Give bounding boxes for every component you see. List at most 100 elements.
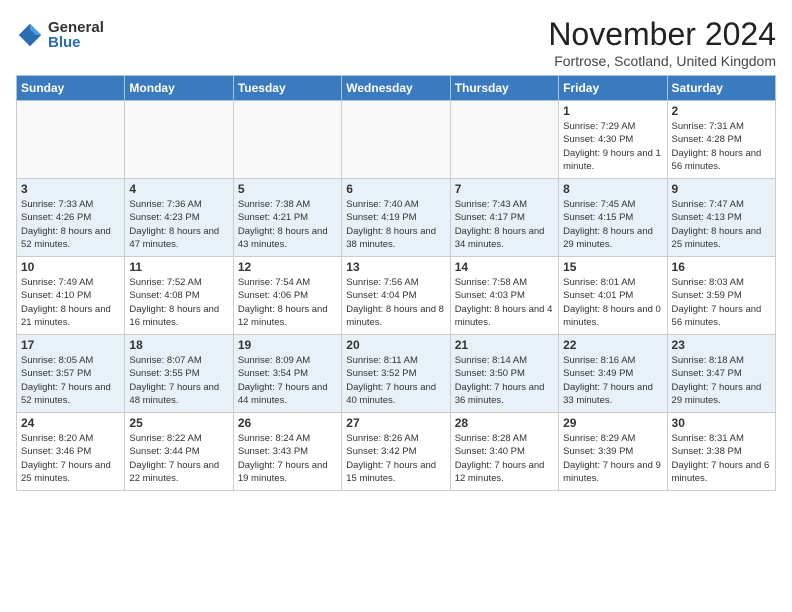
calendar-header-row: Sunday Monday Tuesday Wednesday Thursday… (17, 76, 776, 101)
day-info: Sunrise: 7:58 AM Sunset: 4:03 PM Dayligh… (455, 276, 554, 329)
table-row: 4Sunrise: 7:36 AM Sunset: 4:23 PM Daylig… (125, 179, 233, 257)
table-row: 20 Sunrise: 8:11 AM Sunset: 3:52 PM Dayli… (342, 335, 450, 413)
day-info: Sunrise: 8:29 AM Sunset: 3:39 PM Dayligh… (563, 432, 662, 485)
day-number: 11 (129, 260, 228, 274)
day-info: Sunrise: 7:49 AM Sunset: 4:10 PM Dayligh… (21, 276, 120, 329)
logo-blue-text: Blue (48, 35, 104, 50)
table-row: 17 Sunrise: 8:05 AM Sunset: 3:57 PM Dayli… (17, 335, 125, 413)
day-info: Sunrise: 7:52 AM Sunset: 4:08 PM Dayligh… (129, 276, 228, 329)
day-number: 9 (672, 182, 771, 196)
location: Fortrose, Scotland, United Kingdom (548, 53, 776, 69)
day-number: 3 (21, 182, 120, 196)
day-number: 18 (129, 338, 228, 352)
day-number: 21 (455, 338, 554, 352)
day-info: Sunrise: 8:28 AM Sunset: 3:40 PM Dayligh… (455, 432, 554, 485)
table-row: 3 Sunrise: 7:33 AM Sunset: 4:26 PM Daylig… (17, 179, 125, 257)
day-number: 15 (563, 260, 662, 274)
logo-text: General Blue (48, 20, 104, 50)
table-row: 1 Sunrise: 7:29 AM Sunset: 4:30 PM Daylig… (559, 101, 667, 179)
table-row (125, 101, 233, 179)
day-number: 20 (346, 338, 445, 352)
logo-icon (16, 21, 44, 49)
day-number: 25 (129, 416, 228, 430)
day-number: 24 (21, 416, 120, 430)
table-row: 2Sunrise: 7:31 AM Sunset: 4:28 PM Daylig… (667, 101, 775, 179)
day-number: 6 (346, 182, 445, 196)
table-row: 6 Sunrise: 7:40 AM Sunset: 4:19 PM Daylig… (342, 179, 450, 257)
logo: General Blue (16, 20, 104, 50)
table-row: 18 Sunrise: 8:07 AM Sunset: 3:55 PM Dayli… (125, 335, 233, 413)
col-monday: Monday (125, 76, 233, 101)
table-row: 12 Sunrise: 7:54 AM Sunset: 4:06 PM Dayli… (233, 257, 341, 335)
table-row: 30 Sunrise: 8:31 AM Sunset: 3:38 PM Dayli… (667, 413, 775, 491)
table-row: 13 Sunrise: 7:56 AM Sunset: 4:04 PM Dayli… (342, 257, 450, 335)
calendar-week-row: 17 Sunrise: 8:05 AM Sunset: 3:57 PM Dayli… (17, 335, 776, 413)
day-number: 13 (346, 260, 445, 274)
day-info: Sunrise: 7:47 AM Sunset: 4:13 PM Dayligh… (672, 198, 771, 251)
day-number: 8 (563, 182, 662, 196)
day-info: Sunrise: 8:16 AM Sunset: 3:49 PM Dayligh… (563, 354, 662, 407)
day-number: 26 (238, 416, 337, 430)
day-number: 27 (346, 416, 445, 430)
table-row: 29Sunrise: 8:29 AM Sunset: 3:39 PM Dayli… (559, 413, 667, 491)
logo-general-text: General (48, 20, 104, 35)
day-number: 19 (238, 338, 337, 352)
day-info: Sunrise: 8:05 AM Sunset: 3:57 PM Dayligh… (21, 354, 120, 407)
table-row: 26Sunrise: 8:24 AM Sunset: 3:43 PM Dayli… (233, 413, 341, 491)
day-number: 22 (563, 338, 662, 352)
day-info: Sunrise: 8:07 AM Sunset: 3:55 PM Dayligh… (129, 354, 228, 407)
day-info: Sunrise: 7:40 AM Sunset: 4:19 PM Dayligh… (346, 198, 445, 251)
table-row: 15 Sunrise: 8:01 AM Sunset: 4:01 PM Dayli… (559, 257, 667, 335)
col-friday: Friday (559, 76, 667, 101)
calendar-week-row: 3 Sunrise: 7:33 AM Sunset: 4:26 PM Daylig… (17, 179, 776, 257)
day-info: Sunrise: 7:29 AM Sunset: 4:30 PM Dayligh… (563, 120, 662, 173)
day-number: 30 (672, 416, 771, 430)
table-row: 8 Sunrise: 7:45 AM Sunset: 4:15 PM Daylig… (559, 179, 667, 257)
table-row: 23Sunrise: 8:18 AM Sunset: 3:47 PM Dayli… (667, 335, 775, 413)
table-row: 27 Sunrise: 8:26 AM Sunset: 3:42 PM Dayli… (342, 413, 450, 491)
col-wednesday: Wednesday (342, 76, 450, 101)
header: General Blue November 2024 Fortrose, Sco… (16, 16, 776, 69)
day-info: Sunrise: 7:36 AM Sunset: 4:23 PM Dayligh… (129, 198, 228, 251)
day-info: Sunrise: 7:56 AM Sunset: 4:04 PM Dayligh… (346, 276, 445, 329)
day-number: 14 (455, 260, 554, 274)
month-title: November 2024 (548, 16, 776, 53)
calendar-week-row: 24Sunrise: 8:20 AM Sunset: 3:46 PM Dayli… (17, 413, 776, 491)
day-number: 23 (672, 338, 771, 352)
day-number: 2 (672, 104, 771, 118)
day-number: 12 (238, 260, 337, 274)
table-row: 10Sunrise: 7:49 AM Sunset: 4:10 PM Dayli… (17, 257, 125, 335)
day-info: Sunrise: 7:43 AM Sunset: 4:17 PM Dayligh… (455, 198, 554, 251)
calendar-week-row: 10Sunrise: 7:49 AM Sunset: 4:10 PM Dayli… (17, 257, 776, 335)
page: General Blue November 2024 Fortrose, Sco… (0, 0, 792, 501)
day-info: Sunrise: 7:33 AM Sunset: 4:26 PM Dayligh… (21, 198, 120, 251)
day-number: 1 (563, 104, 662, 118)
table-row: 24Sunrise: 8:20 AM Sunset: 3:46 PM Dayli… (17, 413, 125, 491)
day-info: Sunrise: 8:31 AM Sunset: 3:38 PM Dayligh… (672, 432, 771, 485)
table-row: 7 Sunrise: 7:43 AM Sunset: 4:17 PM Daylig… (450, 179, 558, 257)
day-info: Sunrise: 7:38 AM Sunset: 4:21 PM Dayligh… (238, 198, 337, 251)
day-number: 16 (672, 260, 771, 274)
calendar-week-row: 1 Sunrise: 7:29 AM Sunset: 4:30 PM Daylig… (17, 101, 776, 179)
day-number: 7 (455, 182, 554, 196)
table-row: 11 Sunrise: 7:52 AM Sunset: 4:08 PM Dayli… (125, 257, 233, 335)
table-row: 14 Sunrise: 7:58 AM Sunset: 4:03 PM Dayli… (450, 257, 558, 335)
title-block: November 2024 Fortrose, Scotland, United… (548, 16, 776, 69)
day-info: Sunrise: 7:54 AM Sunset: 4:06 PM Dayligh… (238, 276, 337, 329)
table-row: 5Sunrise: 7:38 AM Sunset: 4:21 PM Daylig… (233, 179, 341, 257)
table-row: 16Sunrise: 8:03 AM Sunset: 3:59 PM Dayli… (667, 257, 775, 335)
day-info: Sunrise: 8:01 AM Sunset: 4:01 PM Dayligh… (563, 276, 662, 329)
col-thursday: Thursday (450, 76, 558, 101)
day-info: Sunrise: 7:45 AM Sunset: 4:15 PM Dayligh… (563, 198, 662, 251)
day-number: 28 (455, 416, 554, 430)
table-row (342, 101, 450, 179)
day-info: Sunrise: 8:11 AM Sunset: 3:52 PM Dayligh… (346, 354, 445, 407)
table-row (17, 101, 125, 179)
day-info: Sunrise: 8:22 AM Sunset: 3:44 PM Dayligh… (129, 432, 228, 485)
col-saturday: Saturday (667, 76, 775, 101)
table-row: 21Sunrise: 8:14 AM Sunset: 3:50 PM Dayli… (450, 335, 558, 413)
table-row (233, 101, 341, 179)
day-info: Sunrise: 8:26 AM Sunset: 3:42 PM Dayligh… (346, 432, 445, 485)
day-number: 17 (21, 338, 120, 352)
day-info: Sunrise: 8:09 AM Sunset: 3:54 PM Dayligh… (238, 354, 337, 407)
